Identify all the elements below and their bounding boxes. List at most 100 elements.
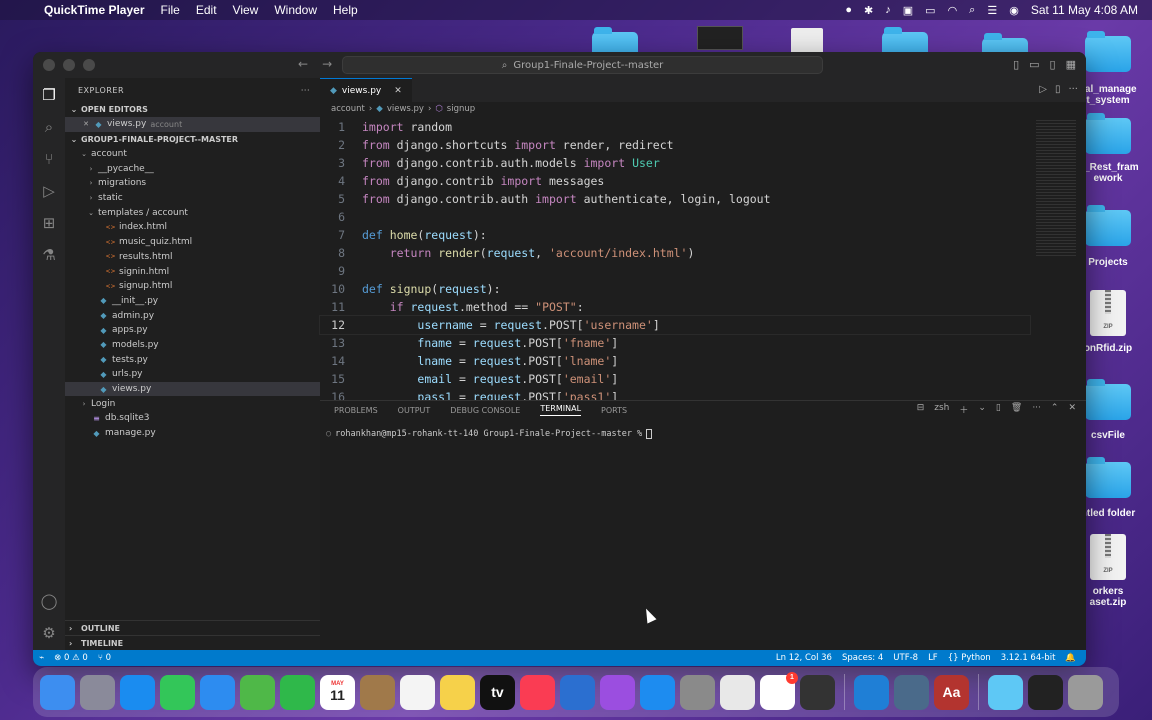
dock-safari-icon[interactable] (120, 674, 155, 710)
code-line[interactable]: 9 (320, 262, 1030, 280)
code-line[interactable]: 6 (320, 208, 1030, 226)
battery-icon[interactable]: ▭ (925, 4, 935, 17)
wifi-icon[interactable]: ◠ (948, 4, 958, 17)
menu-help[interactable]: Help (333, 3, 358, 17)
dock-notes-icon[interactable] (440, 674, 475, 710)
bluetooth-icon[interactable]: ✱ (864, 4, 873, 17)
volume-icon[interactable]: ♪ (885, 4, 891, 16)
code-line[interactable]: 5 from django.contrib.auth import authent… (320, 190, 1030, 208)
tab-views-py[interactable]: ◆ views.py ✕ (320, 78, 412, 102)
desktop-item-0[interactable]: cal_manage t_system (1078, 31, 1138, 106)
source-control-icon[interactable]: ⑂ (39, 150, 59, 170)
close-tab-icon[interactable]: ✕ (394, 86, 402, 96)
kill-terminal-icon[interactable]: 🗑 (1011, 403, 1022, 416)
code-line[interactable]: 11 if request .method == "POST": (320, 298, 1030, 316)
code-line[interactable]: 10 def signup(request): (320, 280, 1030, 298)
dock-support-icon[interactable] (560, 674, 595, 710)
menu-edit[interactable]: Edit (196, 3, 217, 17)
file-tree-item[interactable]: ◆ views.py (65, 381, 320, 397)
file-tree-item[interactable]: ⌄ account (65, 147, 320, 162)
dock-pen-tool-icon[interactable] (800, 674, 835, 710)
code-line[interactable]: 12 username = request .POST['username'] (319, 315, 1031, 335)
toggle-secondary-sidebar-icon[interactable]: ▯ (1050, 58, 1056, 71)
dock-system-settings-icon[interactable] (680, 674, 715, 710)
code-line[interactable]: 3 from django.contrib.auth.models import … (320, 154, 1030, 172)
dock-chrome-icon[interactable] (720, 674, 755, 710)
menu-file[interactable]: File (161, 3, 180, 17)
tab-problems[interactable]: PROBLEMS (334, 406, 378, 415)
run-icon[interactable]: ▷ (1039, 84, 1047, 95)
open-editor-item[interactable]: ✕ ◆ views.py account (65, 117, 320, 132)
tab-output[interactable]: OUTPUT (398, 406, 431, 415)
dock-reminders-icon[interactable] (400, 674, 435, 710)
more-actions-icon[interactable]: ··· (301, 86, 310, 95)
close-icon[interactable]: ✕ (81, 120, 91, 128)
indentation[interactable]: Spaces: 4 (842, 653, 883, 663)
desktop-document[interactable] (777, 28, 837, 54)
file-tree-item[interactable]: › static (65, 191, 320, 206)
code-line[interactable]: 13 fname = request .POST['fname'] (320, 334, 1030, 352)
forward-arrow-icon[interactable]: → (322, 57, 332, 71)
dock-maps-icon[interactable] (240, 674, 275, 710)
file-tree-item[interactable]: ◆ __init__.py (65, 294, 320, 309)
more-actions-icon[interactable]: ··· (1068, 84, 1078, 95)
code-line[interactable]: 1 import random (320, 118, 1030, 136)
close-window-button[interactable] (43, 59, 55, 71)
code-editor[interactable]: 1 import random 2 from django.shortcuts imp… (319, 118, 1031, 406)
dock-apple-tv-icon[interactable]: tv (480, 674, 515, 710)
dock-trash-icon[interactable] (1068, 674, 1103, 710)
input-source-icon[interactable]: ▣ (903, 4, 913, 17)
dock-music-icon[interactable] (520, 674, 555, 710)
file-tree-item[interactable]: <> signin.html (65, 264, 320, 279)
desktop-item-6[interactable]: orkers aset.zip (1078, 534, 1138, 608)
toggle-panel-icon[interactable]: ▭ (1029, 58, 1039, 71)
file-tree-item[interactable]: <> index.html (65, 220, 320, 235)
ports-status[interactable]: ⑂ 0 (98, 653, 111, 663)
file-tree-item[interactable]: <> music_quiz.html (65, 235, 320, 250)
cursor-position[interactable]: Ln 12, Col 36 (776, 653, 832, 663)
breadcrumb-symbol[interactable]: signup (447, 104, 475, 114)
menu-clock[interactable]: Sat 11 May 4:08 AM (1031, 3, 1138, 17)
dock-app-store-icon[interactable] (640, 674, 675, 710)
file-tree-item[interactable]: ◆ urls.py (65, 367, 320, 382)
manage-gear-icon[interactable]: ⚙ (39, 624, 59, 644)
problems-status[interactable]: ⊗ 0 ⚠ 0 (54, 653, 88, 663)
desktop-item-2[interactable]: Projects (1078, 205, 1138, 268)
dock-mail-icon[interactable] (200, 674, 235, 710)
file-tree-item[interactable]: <> results.html (65, 250, 320, 265)
breadcrumb-folder[interactable]: account (331, 104, 365, 114)
dock-recent-window-icon[interactable] (1028, 674, 1063, 710)
tab-ports[interactable]: PORTS (601, 406, 627, 415)
desktop-item-5[interactable]: ntled folder (1078, 457, 1138, 519)
terminal-prompt-line[interactable]: ○ rohankhan@mp15-rohank-tt-140 Group1-Fi… (326, 429, 653, 439)
run-debug-icon[interactable]: ▷ (39, 182, 59, 202)
outline-section[interactable]: › OUTLINE (65, 620, 320, 635)
testing-icon[interactable]: ⚗ (39, 246, 59, 266)
command-center[interactable]: ⌕ Group1-Finale-Project--master (342, 56, 823, 74)
desktop-item-3[interactable]: onRfid.zip (1078, 290, 1138, 354)
desktop-screenshot[interactable] (690, 26, 750, 50)
file-tree-item[interactable]: ◆ admin.py (65, 308, 320, 323)
dock-facetime-icon[interactable] (280, 674, 315, 710)
project-section[interactable]: ⌄ GROUP1-FINALE-PROJECT--MASTER (65, 132, 320, 147)
dock-quicktime-icon[interactable] (894, 674, 929, 710)
breadcrumb-file[interactable]: views.py (387, 104, 424, 114)
open-editors-section[interactable]: ⌄ OPEN EDITORS (65, 102, 320, 117)
code-line[interactable]: 2 from django.shortcuts import render, re… (320, 136, 1030, 154)
menu-view[interactable]: View (233, 3, 259, 17)
language-mode[interactable]: {} Python (948, 653, 991, 663)
notifications-bell-icon[interactable]: 🔔 (1065, 653, 1076, 663)
dock-dictionary-icon[interactable]: Aa (934, 674, 969, 710)
encoding[interactable]: UTF-8 (893, 653, 918, 663)
new-terminal-icon[interactable]: ＋ (959, 403, 968, 416)
dock-messages-icon[interactable] (160, 674, 195, 710)
file-tree-item[interactable]: ◆ models.py (65, 338, 320, 353)
code-line[interactable]: 4 from django.contrib import messages (320, 172, 1030, 190)
desktop-item-4[interactable]: csvFile (1078, 379, 1138, 441)
dock-launchpad-icon[interactable] (80, 674, 115, 710)
file-tree-item[interactable]: <> signup.html (65, 279, 320, 294)
timeline-section[interactable]: › TIMELINE (65, 635, 320, 650)
file-tree-item[interactable]: ◆ apps.py (65, 323, 320, 338)
dock-calendar-icon[interactable]: MAY 11 (320, 674, 355, 710)
split-editor-icon[interactable]: ▯ (1055, 84, 1061, 95)
